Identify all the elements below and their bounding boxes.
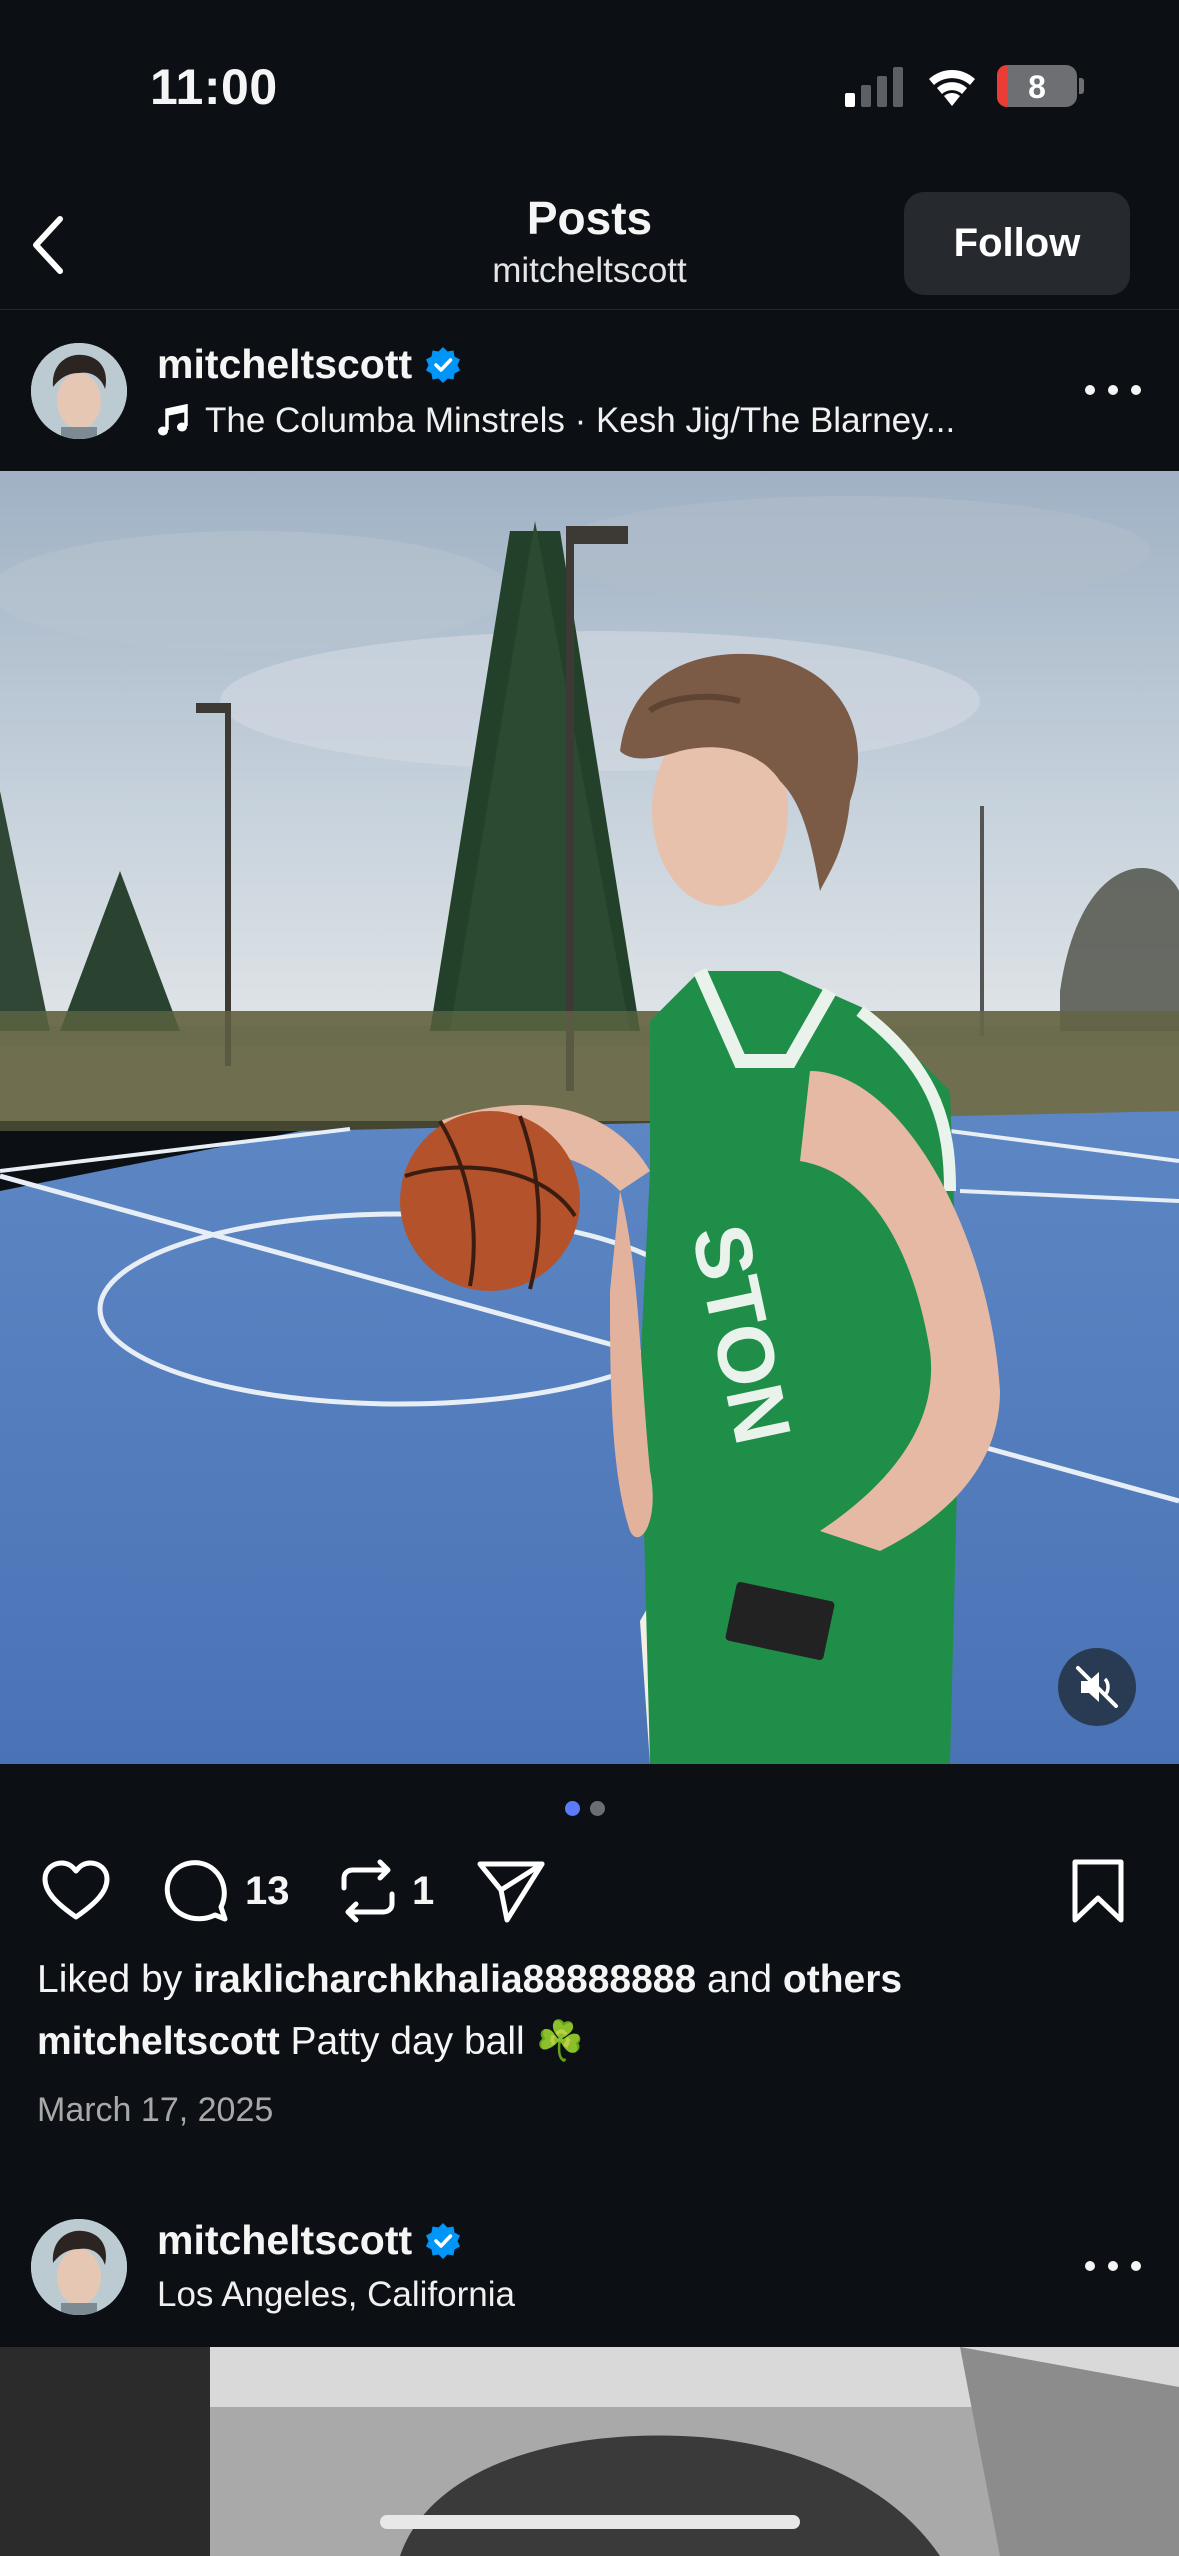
save-button[interactable] [1070, 1855, 1126, 1927]
audio-track-name: The Columba Minstrels · Kesh Jig/The Bla… [205, 401, 956, 440]
comment-count: 13 [245, 1868, 290, 1913]
verified-badge-icon [426, 346, 461, 383]
carousel-dot-active [565, 1801, 580, 1816]
audio-attribution[interactable]: The Columba Minstrels · Kesh Jig/The Bla… [157, 401, 955, 441]
avatar[interactable] [31, 343, 127, 439]
music-note-icon [158, 404, 188, 436]
top-nav-bar: Posts mitcheltscott Follow [0, 175, 1179, 310]
repost-count: 1 [412, 1868, 435, 1913]
status-time: 11:00 [150, 59, 278, 115]
like-button[interactable] [40, 1855, 112, 1927]
comment-button[interactable]: 13 [163, 1855, 290, 1927]
bookmark-icon [1072, 1859, 1124, 1923]
post-image[interactable]: STON [0, 471, 1179, 1764]
battery-icon: 8 [997, 65, 1077, 107]
carousel-indicator [565, 1801, 605, 1816]
verified-badge-icon [426, 2222, 461, 2259]
battery-level: 8 [1028, 69, 1046, 105]
shamrock-emoji-icon: ☘️ [535, 2020, 585, 2063]
wifi-icon [929, 70, 975, 106]
post-actions: 13 1 [0, 1855, 1179, 1927]
caption-username[interactable]: mitcheltscott [37, 2020, 280, 2063]
repost-button[interactable]: 1 [338, 1855, 434, 1927]
follow-button[interactable]: Follow [904, 192, 1130, 295]
mute-toggle-button[interactable] [1058, 1648, 1136, 1726]
send-paper-plane-icon [477, 1861, 545, 1923]
carousel-dot [590, 1801, 605, 1816]
post-username[interactable]: mitcheltscott [157, 2217, 412, 2264]
avatar[interactable] [31, 2219, 127, 2315]
post-caption: mitcheltscott Patty day ball ☘️ [37, 2018, 584, 2064]
post-date: March 17, 2025 [37, 2091, 274, 2129]
liked-by-line[interactable]: Liked by iraklicharchkhalia88888888 and … [37, 1958, 902, 2002]
more-options-icon[interactable] [1085, 2256, 1141, 2276]
more-options-icon[interactable] [1085, 380, 1141, 400]
home-indicator[interactable] [380, 2515, 800, 2529]
status-bar: 11:00 8 [0, 0, 1179, 175]
liked-by-username[interactable]: iraklicharchkhalia88888888 [193, 1958, 696, 2001]
speaker-muted-icon [1076, 1666, 1118, 1708]
comment-bubble-icon [164, 1860, 228, 1922]
share-button[interactable] [475, 1855, 547, 1927]
cellular-signal-icon [845, 67, 903, 107]
caption-text: Patty day ball [290, 2020, 525, 2063]
post-username[interactable]: mitcheltscott [157, 341, 412, 388]
post-location[interactable]: Los Angeles, California [157, 2275, 515, 2315]
liked-by-others[interactable]: others [783, 1958, 902, 2001]
heart-icon [42, 1860, 110, 1920]
repost-icon [341, 1859, 395, 1923]
